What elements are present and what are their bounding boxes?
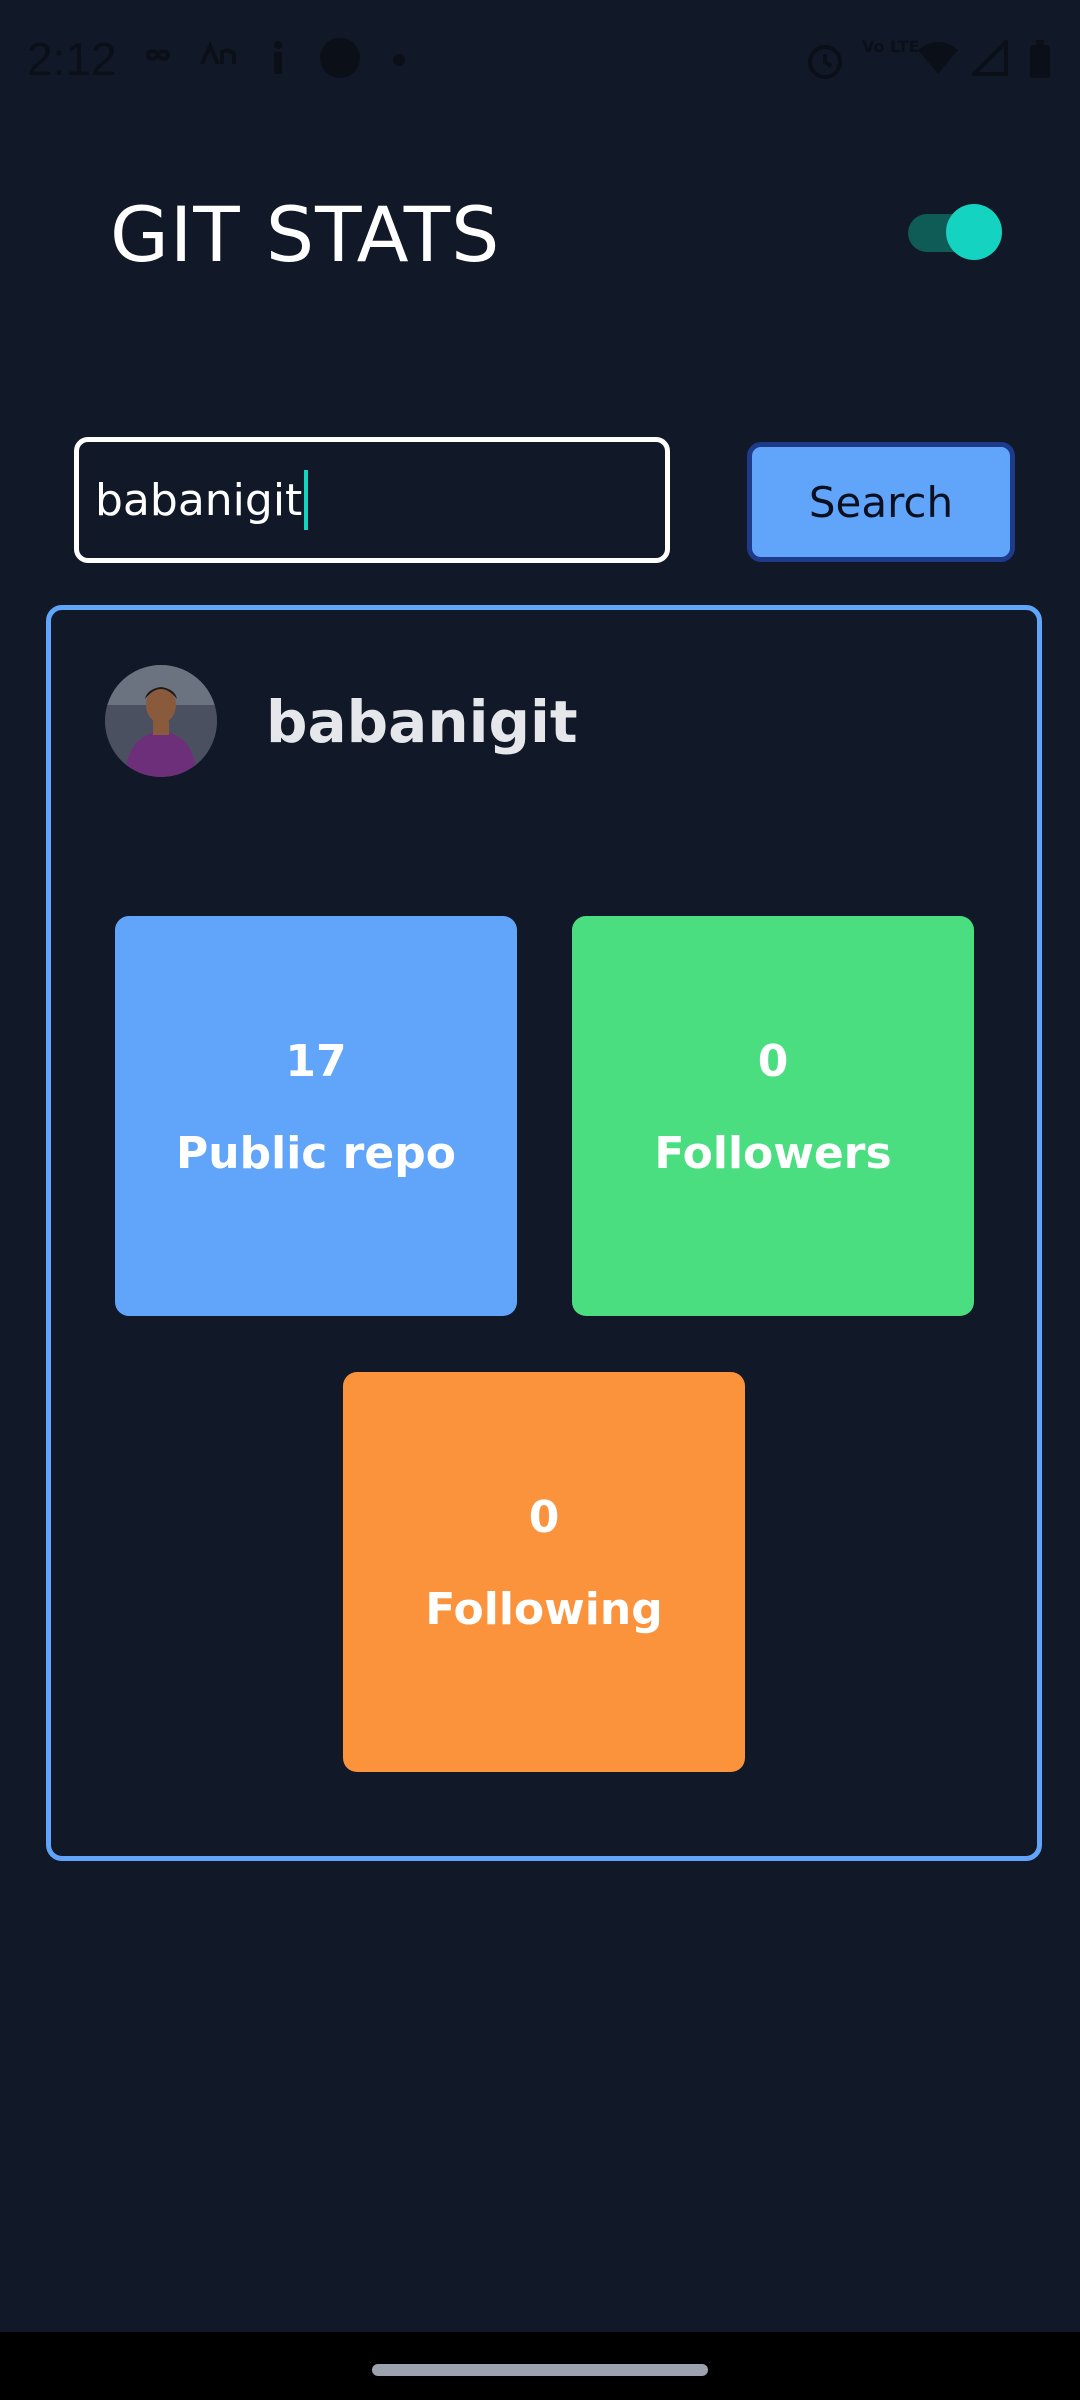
- page-title: GIT STATS: [110, 190, 501, 279]
- text-caret: [304, 470, 309, 530]
- info-icon: [265, 40, 291, 76]
- user-avatar-icon: [105, 665, 217, 777]
- home-indicator[interactable]: [372, 2364, 708, 2376]
- wifi-icon: [916, 40, 960, 76]
- public-repo-tile: 17 Public repo: [115, 916, 517, 1316]
- status-bar: 2:12 Vo LTE: [0, 0, 1080, 125]
- public-repo-count: 17: [285, 1036, 347, 1087]
- infinity-icon: [138, 40, 178, 70]
- search-input-value: babanigit: [95, 474, 303, 526]
- search-input[interactable]: babanigit: [74, 437, 670, 563]
- dot-icon: [393, 54, 405, 66]
- volte-icon: Vo LTE: [862, 37, 920, 56]
- following-tile: 0 Following: [343, 1372, 745, 1772]
- app-icon: [318, 36, 362, 80]
- toggle-thumb: [946, 204, 1002, 260]
- followers-tile: 0 Followers: [572, 916, 974, 1316]
- navigation-bar: [0, 2332, 1080, 2400]
- following-count: 0: [528, 1492, 560, 1543]
- status-time: 2:12: [27, 33, 117, 85]
- avatar: [105, 665, 217, 777]
- signal-icon: [972, 40, 1008, 76]
- followers-label: Followers: [654, 1128, 892, 1179]
- alarm-icon: [805, 40, 845, 80]
- theme-toggle[interactable]: [908, 204, 1002, 260]
- followers-count: 0: [757, 1036, 789, 1087]
- bn-icon: [198, 40, 238, 70]
- battery-icon: [1028, 40, 1052, 80]
- following-label: Following: [425, 1584, 663, 1635]
- public-repo-label: Public repo: [176, 1128, 456, 1179]
- app-screen: 2:12 Vo LTE GIT STATS babanigit Search b…: [0, 0, 1080, 2400]
- username: babanigit: [266, 688, 578, 756]
- search-button[interactable]: Search: [747, 442, 1015, 562]
